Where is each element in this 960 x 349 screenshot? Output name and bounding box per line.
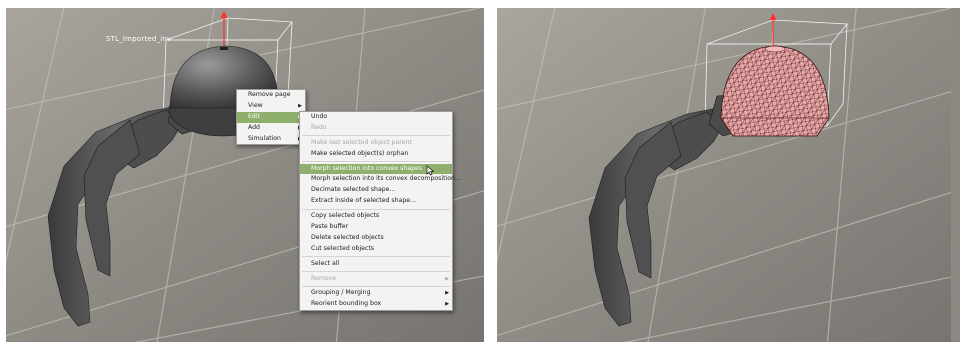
- menu-item-label: Add: [248, 123, 260, 131]
- menu-item-select-all[interactable]: Select all: [300, 259, 452, 270]
- menu-item-cut[interactable]: Cut selected objects: [300, 244, 452, 255]
- menu-item-label: Morph selection into its convex decompos…: [311, 175, 461, 183]
- menu-item-grouping-merging[interactable]: Grouping / Merging ▶: [300, 288, 452, 299]
- menu-item-extract-inside[interactable]: Extract inside of selected shape...: [300, 196, 452, 207]
- menu-item-remove-page[interactable]: Remove page: [237, 90, 305, 101]
- menu-separator: [302, 208, 450, 210]
- menu-item-label: Remove: [311, 274, 337, 282]
- dome-top-slot: [220, 47, 228, 50]
- triangle-right-icon: ▶: [445, 301, 449, 308]
- menu-item-copy[interactable]: Copy selected objects: [300, 211, 452, 222]
- menu-item-add[interactable]: Add▶: [237, 123, 305, 134]
- menu-item-label: Grouping / Merging: [311, 289, 371, 297]
- edit-submenu: Undo Redo Make last selected object pare…: [299, 111, 461, 312]
- menu-item-view[interactable]: View ▶: [237, 101, 305, 112]
- triangle-right-icon: ▶: [445, 290, 449, 297]
- menu-item-label: Paste buffer: [311, 223, 349, 231]
- menu-separator: [302, 271, 450, 273]
- menu-item-decimate[interactable]: Decimate selected shape...: [300, 185, 452, 196]
- menu-item-make-orphan[interactable]: Make selected object(s) orphan: [300, 149, 452, 160]
- object-label: STL_Imported_inv: [106, 35, 172, 43]
- menu-item-label: Undo: [311, 113, 328, 120]
- menu-item-morph-convex[interactable]: Morph selection into convex shapes: [300, 163, 452, 176]
- menu-item-remove[interactable]: Remove ▶: [300, 274, 452, 285]
- mesh-top-cap: [764, 45, 786, 53]
- triangle-right-icon: ▶: [445, 275, 449, 282]
- menu-separator: [302, 285, 450, 287]
- menu-item-redo[interactable]: Redo: [300, 123, 452, 134]
- menu-separator: [302, 161, 450, 163]
- menu-item-label: Make selected object(s) orphan: [311, 149, 409, 157]
- menu-item-edit[interactable]: Edit▶: [237, 111, 305, 123]
- menu-item-paste[interactable]: Paste buffer: [300, 222, 452, 233]
- menu-item-label: Morph selection into convex shapes: [311, 164, 423, 172]
- menu-item-make-parent[interactable]: Make last selected object parent: [300, 138, 452, 149]
- menu-item-label: Redo: [311, 123, 327, 131]
- context-menu: Remove page View▶ Edit▶ Add▶ Simulation▶: [236, 89, 306, 146]
- menu-item-morph-decomposition[interactable]: Morph selection into its convex decompos…: [300, 174, 461, 185]
- scene-right-graphics: [497, 8, 951, 342]
- menu-separator: [302, 256, 450, 258]
- menu-item-label: Remove page: [248, 91, 291, 98]
- menu-item-label: View: [248, 101, 263, 109]
- menu-item-label: Make last selected object parent: [311, 138, 412, 146]
- menu-item-label: Extract inside of selected shape...: [311, 197, 417, 205]
- scene-view-right[interactable]: [497, 8, 960, 342]
- menu-item-label: Edit: [248, 112, 260, 120]
- menu-separator: [302, 135, 450, 137]
- menu-item-label: Reorient bounding box: [311, 300, 382, 308]
- scene-view-left[interactable]: STL_Imported_inv Remove page View▶ Edit▶…: [6, 8, 484, 342]
- menu-item-label: Simulation: [248, 134, 281, 142]
- menu-item-label: Select all: [311, 259, 340, 267]
- menu-item-reorient-bbox[interactable]: Reorient bounding box ▶: [300, 299, 452, 310]
- menu-item-label: Cut selected objects: [311, 244, 375, 252]
- menu-item-label: Copy selected objects: [311, 212, 380, 220]
- menu-item-delete[interactable]: Delete selected objects: [300, 233, 452, 244]
- menu-item-simulation[interactable]: Simulation▶: [237, 134, 305, 145]
- menu-item-label: Delete selected objects: [311, 233, 384, 241]
- menu-item-undo[interactable]: Undo: [300, 112, 452, 123]
- menu-item-label: Decimate selected shape...: [311, 186, 396, 194]
